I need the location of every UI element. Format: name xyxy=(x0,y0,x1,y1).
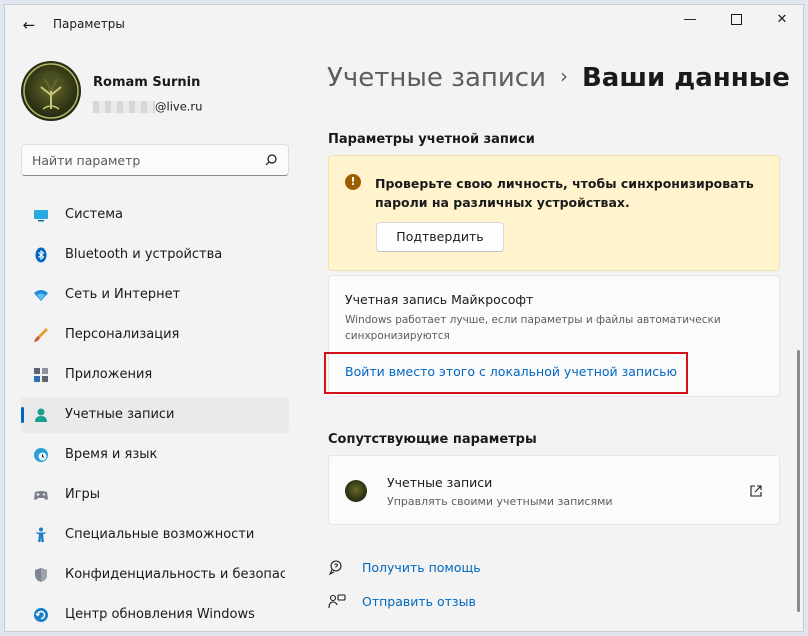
sidebar-item-label: Центр обновления Windows xyxy=(65,607,255,622)
app-title: Параметры xyxy=(53,17,125,31)
maximize-button[interactable] xyxy=(713,5,759,35)
external-link-icon xyxy=(750,485,762,497)
feedback-link[interactable]: Отправить отзыв xyxy=(362,594,476,609)
monitor-icon xyxy=(34,210,48,222)
feedback-icon xyxy=(328,594,346,609)
back-arrow-icon[interactable]: ← xyxy=(17,15,41,35)
settings-window: ← Параметры — ✕ Romam Surnin @live.ru На… xyxy=(4,4,804,632)
sidebar-item-privacy[interactable]: Конфиденциальность и безопасность xyxy=(21,557,289,593)
title-bar: ← Параметры — ✕ xyxy=(5,5,803,45)
sidebar-item-network[interactable]: Сеть и Интернет xyxy=(21,277,289,313)
avatar[interactable] xyxy=(21,61,81,121)
minimize-button[interactable]: — xyxy=(667,5,713,35)
sidebar-item-bluetooth[interactable]: Bluetooth и устройства xyxy=(21,237,289,273)
confirm-button[interactable]: Подтвердить xyxy=(376,222,504,252)
verify-identity-banner: ! Проверьте свою личность, чтобы синхрон… xyxy=(328,155,780,271)
search-box[interactable] xyxy=(21,144,289,176)
sidebar-item-apps[interactable]: Приложения xyxy=(21,357,289,393)
wifi-icon xyxy=(34,290,48,301)
related-accounts-item[interactable]: Учетные записи Управлять своими учетными… xyxy=(328,455,780,525)
accounts-avatar-icon xyxy=(345,480,367,502)
related-item-subtitle: Управлять своими учетными записями xyxy=(387,495,613,508)
sidebar-item-label: Конфиденциальность и безопасность xyxy=(65,567,285,582)
bluetooth-icon xyxy=(35,247,47,263)
sidebar-item-gaming[interactable]: Игры xyxy=(21,477,289,513)
help-icon xyxy=(328,560,342,576)
person-icon xyxy=(35,408,47,422)
user-name: Romam Surnin xyxy=(93,75,201,90)
user-email: @live.ru xyxy=(93,96,203,114)
sidebar-item-personalization[interactable]: Персонализация xyxy=(21,317,289,353)
sidebar-item-system[interactable]: Система xyxy=(21,197,289,233)
close-button[interactable]: ✕ xyxy=(759,5,803,35)
sidebar-item-time[interactable]: Время и язык xyxy=(21,437,289,473)
accessibility-icon xyxy=(35,527,47,542)
sidebar-item-label: Система xyxy=(65,207,124,222)
email-redaction xyxy=(93,100,155,113)
clock-globe-icon xyxy=(34,448,48,462)
sidebar-item-label: Специальные возможности xyxy=(65,527,255,542)
account-settings-heading: Параметры учетной записи xyxy=(328,132,535,147)
sidebar-item-accessibility[interactable]: Специальные возможности xyxy=(21,517,289,553)
page-title: Ваши данные xyxy=(581,63,790,93)
brush-icon xyxy=(34,328,48,342)
sidebar-item-label: Приложения xyxy=(65,367,153,382)
sidebar-item-label: Персонализация xyxy=(65,327,180,342)
sidebar-item-label: Bluetooth и устройства xyxy=(65,247,223,262)
sidebar-item-accounts[interactable]: Учетные записи xyxy=(21,397,289,433)
warning-icon: ! xyxy=(345,174,361,190)
sidebar-item-label: Сеть и Интернет xyxy=(65,287,181,302)
sidebar-item-update[interactable]: Центр обновления Windows xyxy=(21,597,289,631)
breadcrumb: Учетные записи › Ваши данные xyxy=(327,63,790,93)
microsoft-account-description: Windows работает лучше, если параметры и… xyxy=(345,314,721,342)
related-settings-heading: Сопутствующие параметры xyxy=(328,432,537,447)
search-icon[interactable] xyxy=(264,153,278,167)
highlight-box xyxy=(324,352,688,394)
breadcrumb-separator: › xyxy=(559,64,568,88)
microsoft-account-title: Учетная запись Майкрософт xyxy=(345,292,534,307)
search-input[interactable] xyxy=(32,151,252,169)
breadcrumb-parent[interactable]: Учетные записи xyxy=(327,63,546,93)
warning-text: Проверьте свою личность, чтобы синхрониз… xyxy=(375,176,754,210)
sidebar-item-label: Игры xyxy=(65,487,101,502)
email-domain: @live.ru xyxy=(155,99,203,114)
shield-icon xyxy=(35,568,47,582)
get-help-link[interactable]: Получить помощь xyxy=(362,560,481,575)
update-icon xyxy=(34,608,48,622)
sidebar-item-label: Время и язык xyxy=(65,447,158,462)
scrollbar[interactable] xyxy=(797,350,800,612)
apps-icon xyxy=(34,368,48,382)
gamepad-icon xyxy=(34,491,48,500)
sidebar-item-label: Учетные записи xyxy=(65,407,175,422)
related-item-title: Учетные записи xyxy=(387,475,493,490)
